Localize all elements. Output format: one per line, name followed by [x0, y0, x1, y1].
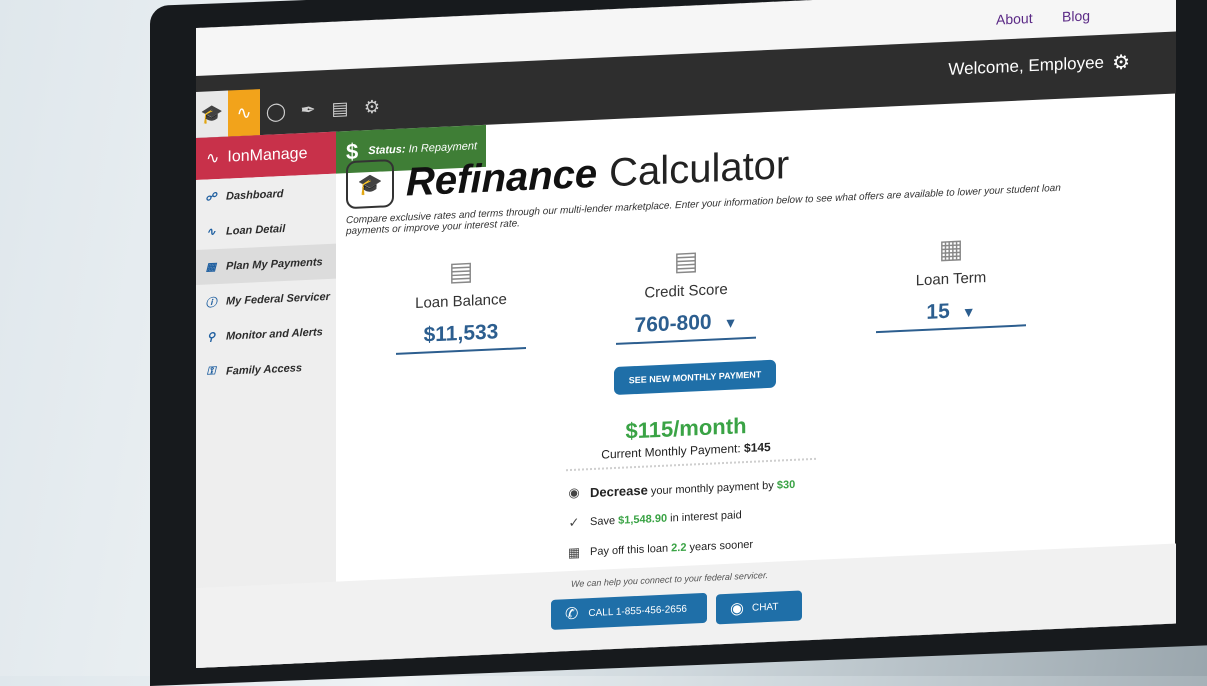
- payoff-value: 2.2: [671, 541, 687, 555]
- current-payment-value: $145: [744, 439, 771, 456]
- info-icon: ⓘ: [205, 296, 217, 310]
- status-value: In Repayment: [408, 140, 478, 156]
- status-prefix: Status:: [368, 143, 406, 158]
- credit-score-field: ▤ Credit Score 760-800 ▼: [616, 243, 756, 345]
- sidebar-item-label: Plan My Payments: [226, 255, 323, 273]
- credit-score-select[interactable]: 760-800 ▼: [616, 304, 756, 345]
- credit-report-icon: ▤: [673, 245, 699, 277]
- sidebar-item-family-access[interactable]: ⚿ Family Access: [196, 349, 336, 390]
- pulse-icon[interactable]: ∿: [228, 89, 260, 137]
- settings-gear-icon[interactable]: ⚙: [1112, 50, 1130, 76]
- broom-icon[interactable]: ✒: [292, 86, 324, 133]
- save-value: $1,548.90: [618, 512, 668, 527]
- calendar-icon: ▦: [567, 544, 581, 561]
- loan-term-label: Loan Term: [915, 269, 987, 290]
- chat-bubble-icon: ◉: [730, 600, 744, 618]
- save-prefix: Save: [590, 514, 616, 529]
- loan-balance-field: ▤ Loan Balance $11,533: [396, 253, 526, 355]
- help-text: We can help you connect to your federal …: [571, 570, 769, 589]
- phone-icon: ✆: [565, 605, 579, 624]
- decrease-benefit: ◉ Decrease your monthly payment by $30: [566, 475, 795, 501]
- coin-icon[interactable]: ◯: [260, 88, 292, 135]
- search-icon: ⚲: [206, 331, 216, 344]
- credit-score-label: Credit Score: [644, 280, 728, 302]
- sidebar-item-label: Dashboard: [226, 187, 284, 203]
- sidebar-item-label: Monitor and Alerts: [226, 325, 323, 343]
- loan-term-field: ▦ Loan Term 15 ▼: [876, 230, 1026, 334]
- calendar-icon: ▦: [205, 261, 217, 274]
- save-benefit: ✓ Save $1,548.90 in interest paid: [566, 507, 742, 531]
- brand-name: IonManage: [227, 144, 308, 166]
- pulse-icon: ∿: [206, 149, 220, 168]
- call-button[interactable]: ✆ CALL 1-855-456-2656: [551, 592, 707, 630]
- decrease-label: Decrease: [590, 481, 648, 500]
- chat-label: CHAT: [751, 601, 779, 614]
- app-screen: About Blog 🎓 ∿ ◯ ✒ ▤ ⚙ Welcome, Employee…: [196, 0, 1176, 668]
- sidebar-item-label: Family Access: [226, 361, 303, 378]
- gear-blob-icon[interactable]: ⚙: [356, 83, 388, 130]
- pulse-icon: ∿: [206, 226, 216, 239]
- graduation-cap-icon[interactable]: 🎓: [196, 90, 228, 138]
- document-icon[interactable]: ▤: [324, 85, 356, 132]
- about-link[interactable]: About: [996, 10, 1033, 28]
- chat-button[interactable]: ◉ CHAT: [716, 590, 802, 625]
- sidebar-item-label: Loan Detail: [226, 222, 286, 238]
- page-title-light: Calculator: [609, 142, 790, 195]
- calendar-dollar-icon: ▦: [938, 233, 964, 265]
- loan-balance-label: Loan Balance: [415, 290, 507, 313]
- loan-term-select[interactable]: 15 ▼: [876, 292, 1026, 334]
- loan-balance-input[interactable]: $11,533: [396, 315, 526, 355]
- payoff-prefix: Pay off this loan: [590, 542, 669, 559]
- brand-tab[interactable]: ∿ IonManage: [196, 131, 336, 180]
- sidebar-item-label: My Federal Servicer: [226, 290, 330, 308]
- page-title-bold: Refinance: [406, 151, 598, 204]
- call-label: CALL 1-855-456-2656: [588, 603, 687, 619]
- blog-link[interactable]: Blog: [1062, 7, 1090, 24]
- payment-result: $115/month Current Monthly Payment: $145: [556, 410, 816, 464]
- chevron-down-icon: ▼: [723, 314, 738, 332]
- loan-term-value: 15: [926, 299, 950, 324]
- payoff-benefit: ▦ Pay off this loan 2.2 years sooner: [566, 537, 753, 561]
- checkmark-badge-icon: ✓: [568, 514, 580, 531]
- graduation-cap-icon: 🎓: [346, 159, 394, 210]
- dashboard-icon: ☍: [205, 191, 217, 204]
- chevron-down-icon: ▼: [961, 303, 976, 321]
- save-suffix: in interest paid: [670, 509, 742, 525]
- credit-score-value: 760-800: [634, 310, 712, 338]
- document-dollar-icon: ▤: [448, 255, 474, 287]
- decrease-text: your monthly payment by: [650, 479, 774, 497]
- key-icon: ⚿: [206, 365, 216, 378]
- see-new-monthly-payment-button[interactable]: SEE NEW MONTHLY PAYMENT: [614, 359, 776, 396]
- decrease-value: $30: [776, 478, 796, 492]
- payoff-suffix: years sooner: [689, 538, 754, 554]
- piggy-bank-icon: ◉: [568, 484, 580, 501]
